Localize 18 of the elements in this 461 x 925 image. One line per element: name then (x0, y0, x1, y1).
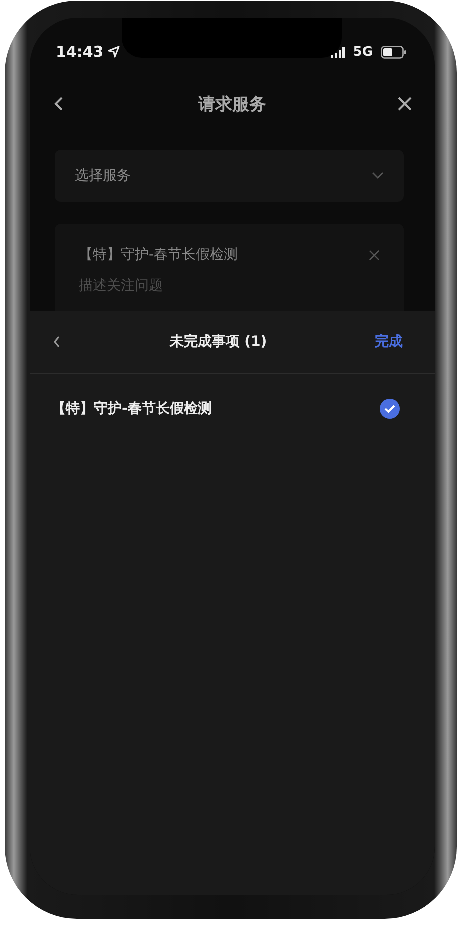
description-field[interactable]: 描述关注问题 (79, 278, 229, 294)
status-time: 14:43 (56, 43, 104, 61)
chevron-icon (372, 172, 384, 180)
back-icon[interactable] (52, 334, 62, 350)
service-select[interactable]: 选择服务 (55, 150, 404, 202)
sheet-title: 未完成事项 (1) (170, 333, 268, 351)
remove-icon[interactable] (369, 250, 380, 260)
done-button[interactable]: 完成 (374, 333, 403, 351)
network-label: 5G (353, 44, 373, 60)
page-title: 请求服务 (198, 94, 266, 116)
select-placeholder: 选择服务 (75, 167, 131, 185)
checked-icon[interactable] (380, 399, 400, 419)
signal-icon (331, 46, 346, 58)
list-item[interactable]: 【特】守护-春节长假检测 (30, 374, 435, 444)
location-icon (108, 46, 120, 58)
service-title: 【特】守护-春节长假检测 (79, 246, 238, 264)
battery-icon (381, 46, 407, 58)
close-icon[interactable] (397, 96, 413, 112)
